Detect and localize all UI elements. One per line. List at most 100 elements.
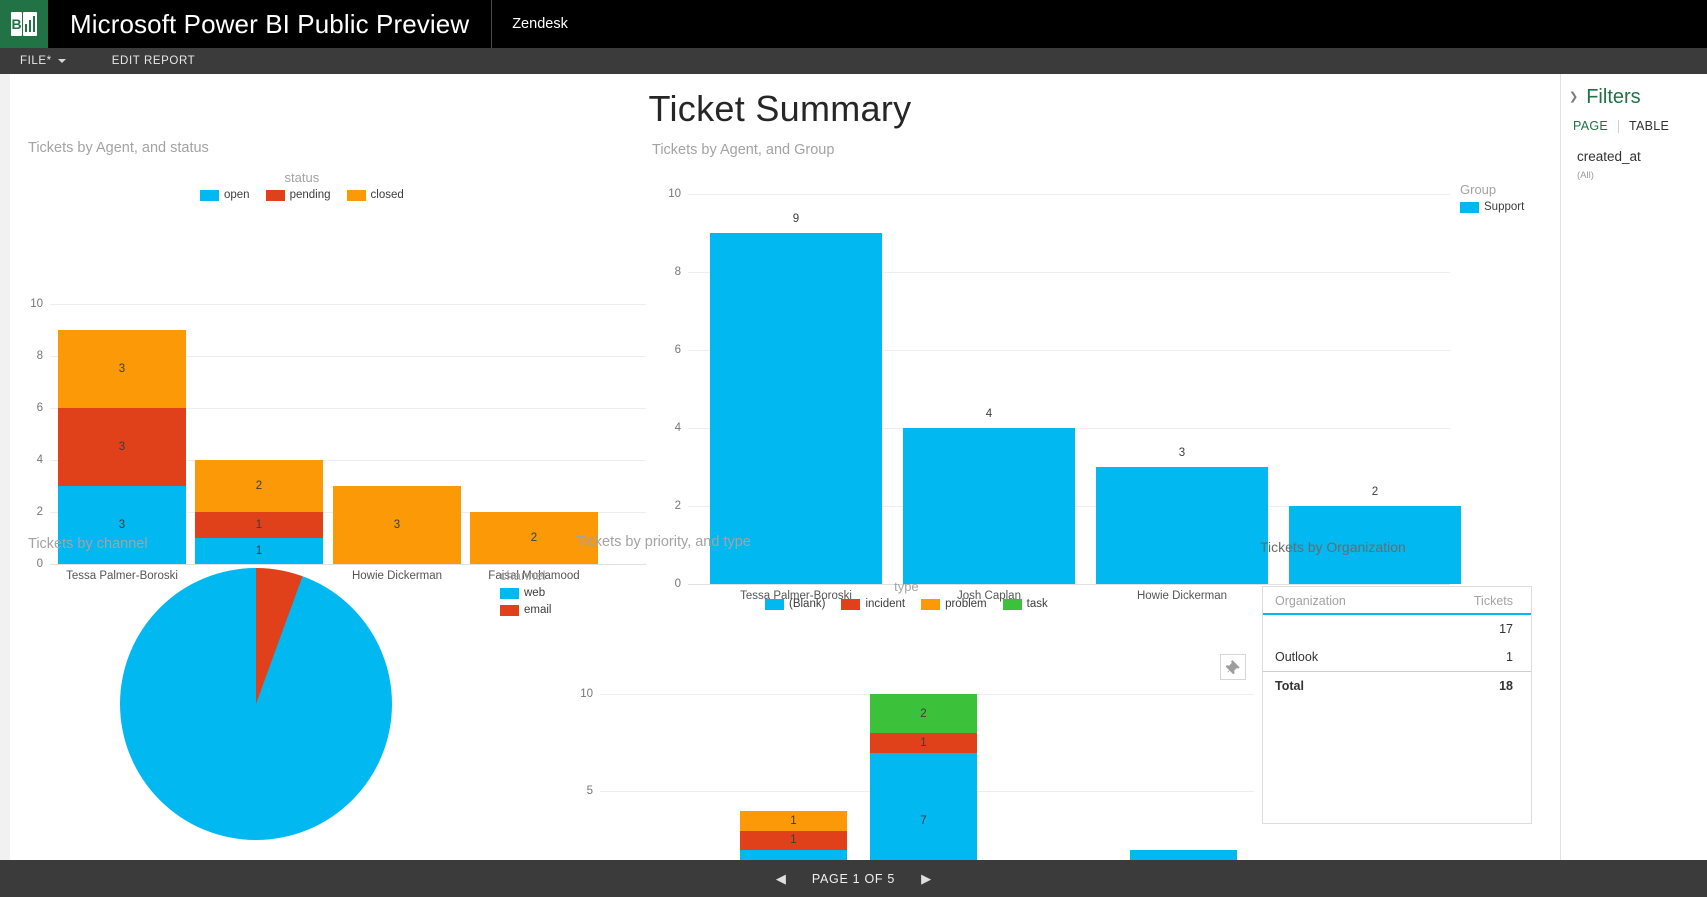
- legend-title: status: [284, 170, 320, 185]
- y-tick: 0: [674, 578, 681, 590]
- viz-tickets-by-agent-and-group[interactable]: Tickets by Agent, and Group: [652, 142, 1152, 172]
- legend-item-web[interactable]: web: [500, 587, 545, 599]
- y-tick: 6: [36, 402, 43, 414]
- segment-value: 1: [790, 834, 797, 847]
- filters-title: Filters: [1586, 86, 1641, 108]
- file-menu-label: FILE*: [20, 55, 52, 67]
- column-header-tickets[interactable]: Tickets: [1416, 587, 1531, 615]
- plot-area-agent-status: 10 8 6 4 2 0 3 3 3 Tessa Palmer-Boroski: [30, 298, 646, 582]
- viz-title: Tickets by Agent, and status: [28, 140, 209, 156]
- viz-tickets-by-priority-and-type[interactable]: Tickets by priority, and type: [576, 534, 1076, 564]
- legend-item-closed[interactable]: closed: [346, 189, 404, 201]
- power-bi-report-window: B Microsoft Power BI Public Preview Zend…: [0, 0, 1707, 897]
- pin-icon: [1226, 660, 1240, 674]
- bar-howie[interactable]: 3 Howie Dickerman: [1096, 447, 1268, 602]
- legend-title: type: [894, 579, 919, 594]
- legend-item-email[interactable]: email: [500, 604, 551, 616]
- legend-label: pending: [289, 189, 331, 201]
- viz-title: Tickets by channel: [28, 536, 148, 552]
- chevron-down-icon: [57, 59, 66, 63]
- legend-label: incident: [865, 598, 906, 610]
- previous-page-button[interactable]: ◀: [776, 872, 786, 885]
- legend-label: task: [1026, 598, 1048, 610]
- legend-item-task[interactable]: task: [1002, 598, 1048, 610]
- legend-title: Group: [1460, 182, 1497, 197]
- chevron-right-icon[interactable]: ❯: [1569, 92, 1578, 103]
- viz-title: Tickets by priority, and type: [576, 534, 751, 550]
- y-tick: 10: [668, 188, 681, 200]
- viz-tickets-by-agent-and-status[interactable]: Tickets by Agent, and status: [28, 140, 608, 300]
- filters-header[interactable]: ❯ Filters: [1561, 74, 1707, 109]
- segment-value: 3: [118, 519, 126, 531]
- legend-items: (Blank) incident problem task: [765, 598, 1048, 610]
- legend-items: Support: [1460, 201, 1524, 213]
- cell-tickets: 17: [1499, 622, 1513, 636]
- plot-area-agent-group: 10 8 6 4 2 0 9 Tessa Palmer-Boroski 4 Jo…: [668, 188, 1461, 602]
- next-page-button[interactable]: ▶: [921, 872, 931, 885]
- legend-swatch-icon: [500, 604, 519, 616]
- filter-field-created-at[interactable]: created_at: [1561, 133, 1707, 164]
- segment-value: 7: [920, 814, 927, 827]
- viz-title: Tickets by Organization: [1260, 539, 1406, 555]
- pin-visual-button[interactable]: [1220, 654, 1246, 680]
- page-navigation-bar: ◀ PAGE 1 OF 5 ▶: [0, 860, 1707, 897]
- organization-table[interactable]: Organization Tickets 17 Outlook 1 Total: [1262, 586, 1532, 824]
- table-row[interactable]: Outlook 1: [1263, 643, 1531, 672]
- file-menu-button[interactable]: FILE*: [10, 48, 76, 74]
- edit-report-button[interactable]: EDIT REPORT: [102, 48, 206, 74]
- top-bar: B Microsoft Power BI Public Preview Zend…: [0, 0, 1707, 48]
- powerbi-logo-icon[interactable]: B: [0, 0, 48, 48]
- y-tick: 4: [674, 422, 681, 434]
- table-total-row: Total 18: [1263, 671, 1531, 700]
- document-tab-zendesk[interactable]: Zendesk: [492, 0, 588, 48]
- legend-item-open[interactable]: open: [200, 189, 250, 201]
- bar-tessa[interactable]: 3 3 3 Tessa Palmer-Boroski: [58, 330, 186, 582]
- segment-value: 1: [790, 814, 797, 827]
- cell-organization: Outlook: [1275, 650, 1319, 664]
- segment-value: 2: [255, 480, 263, 492]
- legend-status: status open pending closed: [200, 170, 404, 201]
- segment-value: 2: [530, 532, 538, 544]
- canvas-left-strip: [0, 74, 10, 860]
- bar-total-label: 9: [792, 213, 800, 225]
- legend-item-pending[interactable]: pending: [265, 189, 331, 201]
- tab-table[interactable]: TABLE: [1619, 119, 1679, 133]
- legend-item-incident[interactable]: incident: [841, 598, 905, 610]
- cell-tickets: 1: [1506, 650, 1513, 664]
- segment-value: 3: [393, 519, 401, 531]
- legend-swatch-icon: [765, 598, 784, 610]
- tab-page[interactable]: PAGE: [1573, 119, 1618, 133]
- legend-item-blank[interactable]: (Blank): [765, 598, 825, 610]
- legend-label: web: [524, 587, 546, 599]
- legend-item-problem[interactable]: problem: [921, 598, 987, 610]
- legend-label: closed: [370, 189, 404, 201]
- y-tick: 2: [36, 506, 43, 518]
- table: Organization Tickets 17 Outlook 1 Total: [1263, 587, 1531, 700]
- viz-tickets-by-organization[interactable]: Tickets by Organization: [1260, 539, 1560, 565]
- legend-swatch-icon: [500, 587, 519, 599]
- legend-title: channel: [500, 568, 546, 583]
- table-row[interactable]: 17: [1263, 614, 1531, 643]
- bar-tessa[interactable]: 9 Tessa Palmer-Boroski: [710, 213, 882, 602]
- legend-channel: channel web email: [500, 568, 551, 616]
- segment-value: 3: [118, 441, 126, 453]
- legend-type: type (Blank) incident problem task: [765, 579, 1048, 610]
- column-header-organization[interactable]: Organization: [1263, 587, 1417, 615]
- viz-tickets-by-channel[interactable]: Tickets by channel: [28, 536, 428, 566]
- segment-value: 1: [255, 519, 263, 531]
- legend-swatch-icon: [1002, 598, 1022, 610]
- pie-chart-channel[interactable]: [120, 568, 392, 840]
- legend-group: Group Support: [1460, 182, 1524, 213]
- y-tick: 8: [674, 266, 681, 278]
- legend-items: open pending closed: [200, 189, 404, 201]
- cell-organization: [1263, 614, 1417, 643]
- cell-total-label: Total: [1263, 671, 1417, 700]
- legend-item-support[interactable]: Support: [1460, 201, 1524, 213]
- y-tick: 6: [674, 344, 681, 356]
- segment-value: 2: [920, 707, 927, 720]
- page-title: Ticket Summary: [648, 88, 912, 129]
- bar-total-label: 3: [1178, 447, 1186, 459]
- viz-title: Tickets by Agent, and Group: [652, 142, 835, 158]
- y-tick: 2: [674, 500, 681, 512]
- legend-label: (Blank): [789, 598, 826, 610]
